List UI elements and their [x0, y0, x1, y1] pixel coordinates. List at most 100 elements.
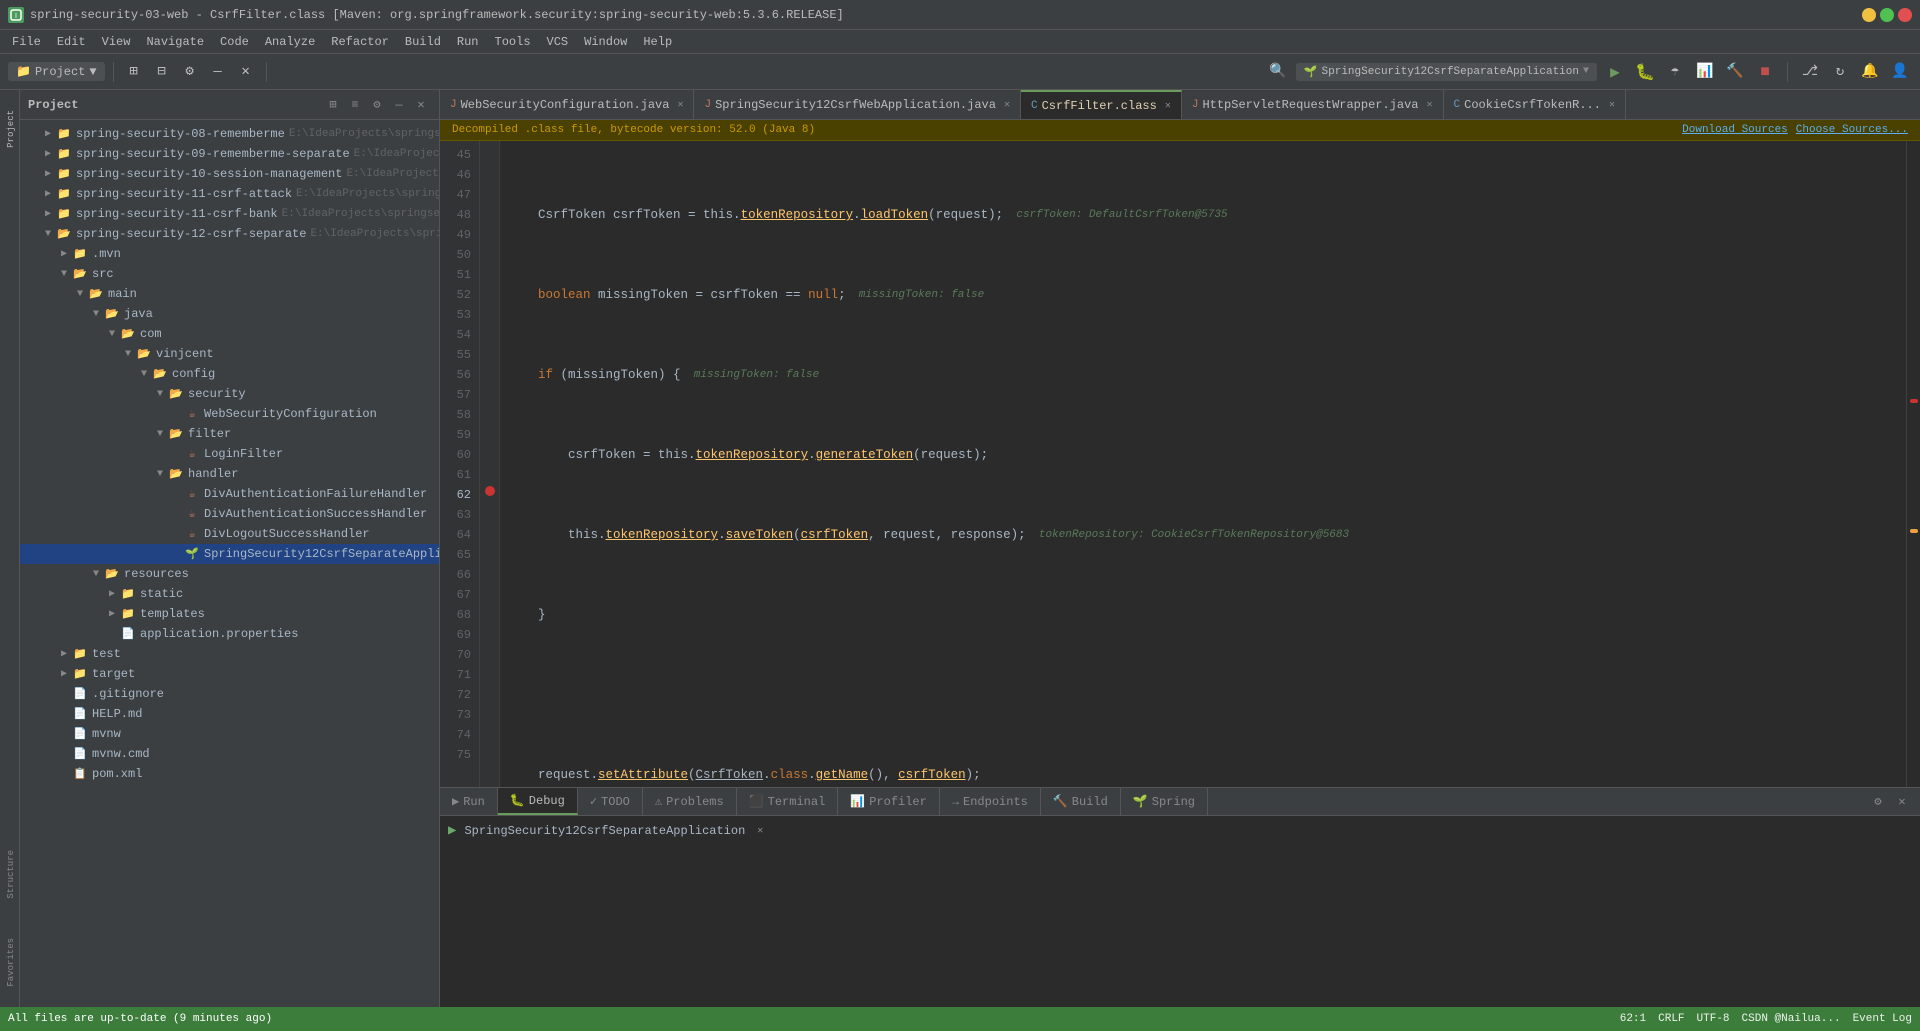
session-close-button[interactable]: ✕ [757, 825, 763, 837]
code-content[interactable]: CsrfToken csrfToken = this.tokenReposito… [500, 141, 1906, 787]
tab-debug[interactable]: 🐛 Debug [498, 788, 578, 815]
list-item[interactable]: ▼ 📂 filter [20, 424, 439, 444]
list-item[interactable]: ▶ 📁 static [20, 584, 439, 604]
tab-csrffilter[interactable]: C CsrfFilter.class ✕ [1021, 90, 1182, 119]
tab-run[interactable]: ▶ Run [440, 788, 498, 815]
collapse-all-button[interactable]: ⊟ [150, 60, 174, 84]
tab-springsecurity-web[interactable]: J SpringSecurity12CsrfWebApplication.jav… [694, 90, 1021, 119]
list-item[interactable]: 🌱 SpringSecurity12CsrfSeparateApplicatio… [20, 544, 439, 564]
list-item[interactable]: ☕ DivLogoutSuccessHandler [20, 524, 439, 544]
close-panel-button[interactable]: ✕ [234, 60, 258, 84]
list-item[interactable]: ▼ 📂 resources [20, 564, 439, 584]
list-item[interactable]: ▶ 📁 target [20, 664, 439, 684]
list-item[interactable]: ▼ 📂 src [20, 264, 439, 284]
minimize-button[interactable] [1862, 8, 1876, 22]
list-item[interactable]: 📄 HELP.md [20, 704, 439, 724]
debug-button[interactable]: 🐛 [1633, 60, 1657, 84]
tab-terminal[interactable]: ⬛ Terminal [737, 788, 839, 815]
maximize-button[interactable] [1880, 8, 1894, 22]
project-tree[interactable]: ▶ 📁 spring-security-08-rememberme E:\Ide… [20, 120, 439, 1007]
menu-code[interactable]: Code [212, 33, 257, 51]
tab-todo[interactable]: ✓ TODO [578, 788, 643, 815]
tab-build[interactable]: 🔨 Build [1041, 788, 1121, 815]
list-item[interactable]: ▶ 📁 spring-security-08-rememberme E:\Ide… [20, 124, 439, 144]
account-button[interactable]: 👤 [1888, 60, 1912, 84]
list-item[interactable]: ▼ 📂 com [20, 324, 439, 344]
user-info[interactable]: CSDN @Nailua... [1742, 1013, 1841, 1025]
collapse-panel-button[interactable]: ≡ [345, 95, 365, 115]
menu-analyze[interactable]: Analyze [257, 33, 323, 51]
list-item[interactable]: 📄 mvnw.cmd [20, 744, 439, 764]
run-button[interactable]: ▶ [1603, 60, 1627, 84]
list-item[interactable]: ▶ 📁 spring-security-09-rememberme-separa… [20, 144, 439, 164]
list-item[interactable]: ▼ 📂 spring-security-12-csrf-separate E:\… [20, 224, 439, 244]
menu-help[interactable]: Help [635, 33, 680, 51]
update-button[interactable]: ↻ [1828, 60, 1852, 84]
tab-close-button[interactable]: ✕ [1165, 100, 1171, 112]
list-item[interactable]: ▼ 📂 security [20, 384, 439, 404]
tab-problems[interactable]: ⚠ Problems [643, 788, 737, 815]
list-item[interactable]: ▶ 📁 templates [20, 604, 439, 624]
structure-side-tab[interactable]: Structure [0, 830, 19, 919]
download-sources-link[interactable]: Download Sources [1682, 124, 1788, 136]
stop-button[interactable]: ■ [1753, 60, 1777, 84]
menu-refactor[interactable]: Refactor [323, 33, 397, 51]
tab-httpservlet[interactable]: J HttpServletRequestWrapper.java ✕ [1182, 90, 1444, 119]
event-log[interactable]: Event Log [1853, 1013, 1912, 1025]
favorites-side-tab[interactable]: Favorites [0, 918, 19, 1007]
tab-close-button[interactable]: ✕ [1427, 99, 1433, 111]
bottom-settings-button[interactable]: ⚙ [1868, 792, 1888, 812]
tab-cookiecsrf[interactable]: C CookieCsrfTokenR... ✕ [1444, 90, 1626, 119]
line-ending[interactable]: CRLF [1658, 1013, 1684, 1025]
coverage-button[interactable]: ☂ [1663, 60, 1687, 84]
tab-endpoints[interactable]: → Endpoints [940, 788, 1041, 815]
window-controls[interactable] [1862, 8, 1912, 22]
panel-close-button[interactable]: ✕ [411, 95, 431, 115]
expand-panel-button[interactable]: ⊞ [323, 95, 343, 115]
more-button[interactable]: — [206, 60, 230, 84]
list-item[interactable]: ▶ 📁 spring-security-10-session-managemen… [20, 164, 439, 184]
notifications-button[interactable]: 🔔 [1858, 60, 1882, 84]
tab-spring[interactable]: 🌱 Spring [1121, 788, 1208, 815]
profile-button[interactable]: 📊 [1693, 60, 1717, 84]
list-item[interactable]: ▼ 📂 java [20, 304, 439, 324]
tab-close-button[interactable]: ✕ [677, 99, 683, 111]
tab-websecurity[interactable]: J WebSecurityConfiguration.java ✕ [440, 90, 694, 119]
menu-tools[interactable]: Tools [487, 33, 539, 51]
menu-vcs[interactable]: VCS [539, 33, 577, 51]
bottom-close-button[interactable]: ✕ [1892, 792, 1912, 812]
list-item[interactable]: ▶ 📁 spring-security-11-csrf-attack E:\Id… [20, 184, 439, 204]
tab-close-button[interactable]: ✕ [1004, 99, 1010, 111]
debug-session-item[interactable]: ▶ SpringSecurity12CsrfSeparateApplicatio… [440, 820, 1920, 841]
list-item[interactable]: ▶ 📁 .mvn [20, 244, 439, 264]
list-item[interactable]: ☕ DivAuthenticationSuccessHandler [20, 504, 439, 524]
menu-window[interactable]: Window [576, 33, 635, 51]
choose-sources-link[interactable]: Choose Sources... [1796, 124, 1908, 136]
close-button[interactable] [1898, 8, 1912, 22]
cursor-position[interactable]: 62:1 [1620, 1013, 1646, 1025]
project-side-tab[interactable]: Project [0, 90, 19, 168]
expand-all-button[interactable]: ⊞ [122, 60, 146, 84]
tab-close-button[interactable]: ✕ [1609, 99, 1615, 111]
menu-run[interactable]: Run [449, 33, 487, 51]
panel-settings-button[interactable]: ⚙ [367, 95, 387, 115]
menu-edit[interactable]: Edit [49, 33, 94, 51]
git-button[interactable]: ⎇ [1798, 60, 1822, 84]
breakpoint-dot[interactable] [485, 486, 495, 496]
list-item[interactable]: ▼ 📂 main [20, 284, 439, 304]
menu-build[interactable]: Build [397, 33, 449, 51]
project-selector[interactable]: 📁 Project ▼ [8, 62, 105, 81]
tab-profiler[interactable]: 📊 Profiler [838, 788, 940, 815]
list-item[interactable]: ☕ LoginFilter [20, 444, 439, 464]
charset[interactable]: UTF-8 [1697, 1013, 1730, 1025]
list-item[interactable]: ▼ 📂 config [20, 364, 439, 384]
settings-button[interactable]: ⚙ [178, 60, 202, 84]
list-item[interactable]: 📋 pom.xml [20, 764, 439, 784]
list-item[interactable]: ▶ 📁 test [20, 644, 439, 664]
list-item[interactable]: ▼ 📂 handler [20, 464, 439, 484]
search-everywhere-button[interactable]: 🔍 [1266, 60, 1290, 84]
menu-view[interactable]: View [94, 33, 139, 51]
list-item[interactable]: 📄 .gitignore [20, 684, 439, 704]
panel-options-button[interactable]: — [389, 95, 409, 115]
run-configuration[interactable]: 🌱 SpringSecurity12CsrfSeparateApplicatio… [1296, 63, 1597, 81]
